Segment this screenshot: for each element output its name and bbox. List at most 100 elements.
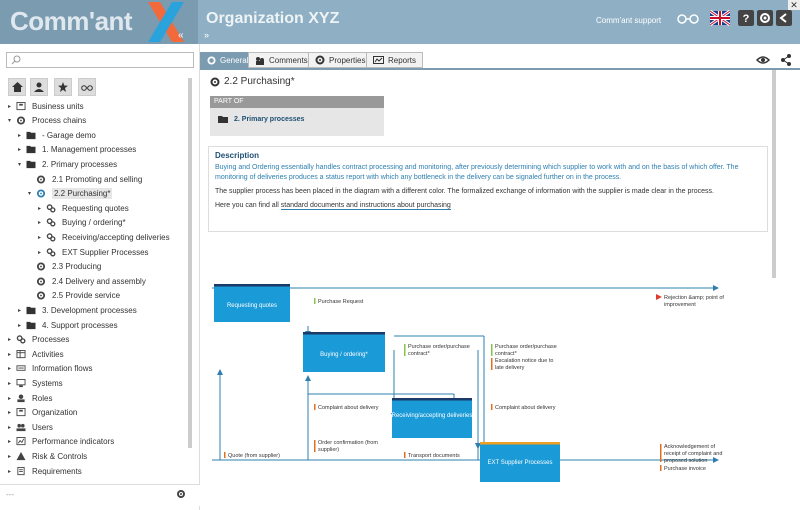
tree-item-label: 2.3 Producing (52, 262, 102, 272)
tree-item[interactable]: 2.1 Promoting and selling (28, 173, 142, 185)
tree-item-label: 2.5 Provide service (52, 291, 121, 301)
box-label-ext: EXT Supplier Processes (488, 460, 553, 466)
tree-scrollbar[interactable] (188, 78, 192, 448)
expand-arrow-icon[interactable]: ▸ (8, 395, 16, 402)
tab-properties[interactable]: Properties (308, 52, 373, 68)
tree-item-label: Systems (32, 378, 63, 388)
collapse-left-pane-button[interactable]: « (178, 30, 184, 41)
standard-documents-link[interactable]: standard documents and instructions abou… (280, 202, 451, 210)
tree-item-label: EXT Supplier Processes (62, 247, 149, 257)
expand-arrow-icon[interactable]: ▸ (38, 234, 46, 241)
tree-item-label: Process chains (32, 116, 87, 126)
tree-item-label: Risk & Controls (32, 451, 88, 461)
expand-arrow-icon[interactable]: ▾ (28, 190, 36, 197)
tree-item[interactable]: ▸ Requirements (8, 465, 82, 477)
search-input[interactable] (6, 52, 194, 68)
process-box-requesting-quotes[interactable]: Requesting quotes (214, 284, 290, 322)
process-box-buying-ordering[interactable]: Buying / ordering* (303, 332, 385, 372)
expand-button[interactable]: » (204, 30, 209, 40)
expand-arrow-icon[interactable]: ▸ (18, 322, 26, 329)
tree-item[interactable]: ▸ Risk & Controls (8, 450, 87, 462)
glasses-icon[interactable] (78, 78, 96, 96)
share-icon[interactable] (780, 54, 792, 66)
expand-arrow-icon[interactable]: ▸ (8, 409, 16, 416)
uk-flag-icon[interactable] (710, 10, 730, 26)
expand-arrow-icon[interactable]: ▸ (18, 307, 26, 314)
tree-item[interactable]: ▾ Process chains (8, 115, 86, 127)
expand-arrow-icon[interactable]: ▸ (8, 468, 16, 475)
eye-icon[interactable] (756, 54, 770, 66)
part-of-link[interactable]: 2. Primary processes (210, 108, 384, 130)
gear-icon (36, 277, 46, 286)
main-content: General Comments Properties Reports 2.2 … (200, 44, 800, 510)
tree-item[interactable]: ▸ - Garage demo (18, 129, 96, 141)
tree-item[interactable]: ▸ Systems (8, 377, 63, 389)
label-escalation-line2: late delivery (495, 365, 525, 371)
tree-item[interactable]: ▸ Organization (8, 407, 77, 419)
expand-arrow-icon[interactable]: ▸ (8, 453, 16, 460)
expand-arrow-icon[interactable]: ▸ (8, 351, 16, 358)
tree-item-label: 2.4 Delivery and assembly (52, 276, 146, 286)
tree-item[interactable]: ▸ Business units (8, 100, 84, 112)
description-panel: Description Buying and Ordering essentia… (208, 146, 768, 232)
label-quote: Quote (from supplier) (228, 453, 280, 459)
process-box-receiving-deliveries[interactable]: Receiving/accepting deliveries (392, 398, 473, 438)
gear-icon (16, 116, 26, 125)
expand-arrow-icon[interactable]: ▸ (8, 336, 16, 343)
tab-comments[interactable]: Comments (248, 52, 315, 68)
tree-item[interactable]: ▸ 4. Support processes (18, 319, 118, 331)
tree-item[interactable]: ▸ Information flows (8, 363, 92, 375)
org-title: Organization XYZ (206, 10, 340, 27)
support-link[interactable]: Comm'ant support (596, 16, 661, 25)
tree-item[interactable]: 2.4 Delivery and assembly (28, 275, 146, 287)
folder-icon (26, 321, 36, 329)
process-box-ext-supplier[interactable]: EXT Supplier Processes (480, 442, 560, 482)
close-icon[interactable]: ✕ (788, 0, 800, 10)
tree-item[interactable]: ▸ Processes (8, 334, 69, 346)
tree-item-label: Processes (32, 335, 70, 345)
expand-arrow-icon[interactable]: ▸ (8, 438, 16, 445)
tree-item[interactable]: ▸ Roles (8, 392, 52, 404)
tree-item[interactable]: ▸ Requesting quotes (38, 202, 129, 214)
settings-icon[interactable] (176, 489, 186, 499)
tree-item[interactable]: ▸ Performance indicators (8, 436, 114, 448)
home-icon[interactable] (8, 78, 26, 96)
tree-item-label: Information flows (32, 364, 93, 374)
expand-arrow-icon[interactable]: ▸ (8, 424, 16, 431)
tree-item-label: Roles (32, 393, 53, 403)
tree-item[interactable]: ▾ 2. Primary processes (18, 158, 117, 170)
glasses-icon[interactable] (676, 10, 700, 26)
tree-item[interactable]: ▾ 2.2 Purchasing* (28, 188, 113, 200)
expand-arrow-icon[interactable]: ▸ (8, 103, 16, 110)
content-scrollbar[interactable] (772, 70, 776, 278)
expand-arrow-icon[interactable]: ▾ (8, 117, 16, 124)
expand-arrow-icon[interactable]: ▸ (38, 249, 46, 256)
expand-arrow-icon[interactable]: ▸ (8, 365, 16, 372)
tree-item[interactable]: ▸ Users (8, 421, 53, 433)
star-icon[interactable] (54, 78, 72, 96)
logout-icon[interactable] (776, 10, 792, 26)
expand-arrow-icon[interactable]: ▾ (18, 161, 26, 168)
expand-arrow-icon[interactable]: ▸ (38, 205, 46, 212)
expand-arrow-icon[interactable]: ▸ (38, 219, 46, 226)
tree-item[interactable]: ▸ EXT Supplier Processes (38, 246, 149, 258)
label-ack-line1: Acknowledgement of (664, 444, 716, 450)
gear-icon[interactable] (757, 10, 773, 26)
tree-item[interactable]: ▸ Activities (8, 348, 64, 360)
expand-arrow-icon[interactable]: ▸ (8, 380, 16, 387)
expand-arrow-icon[interactable]: ▸ (18, 132, 26, 139)
help-icon[interactable]: ? (738, 10, 754, 26)
tree-item[interactable]: 2.5 Provide service (28, 290, 120, 302)
tree-item[interactable]: ▸ Receiving/accepting deliveries (38, 231, 170, 243)
process-diagram: Requesting quotes Buying / ordering* Rec… (212, 284, 724, 482)
page-title: 2.2 Purchasing* (210, 76, 295, 87)
user-icon[interactable] (30, 78, 48, 96)
tree-item[interactable]: ▸ 3. Development processes (18, 304, 137, 316)
tree-item[interactable]: ▸ Buying / ordering* (38, 217, 126, 229)
expand-arrow-icon[interactable]: ▸ (18, 146, 26, 153)
tab-reports[interactable]: Reports (366, 52, 424, 68)
label-escalation-line1: Escalation notice due to (495, 358, 553, 364)
org-icon (16, 101, 26, 110)
tree-item[interactable]: 2.3 Producing (28, 261, 101, 273)
tree-item[interactable]: ▸ 1. Management processes (18, 144, 136, 156)
